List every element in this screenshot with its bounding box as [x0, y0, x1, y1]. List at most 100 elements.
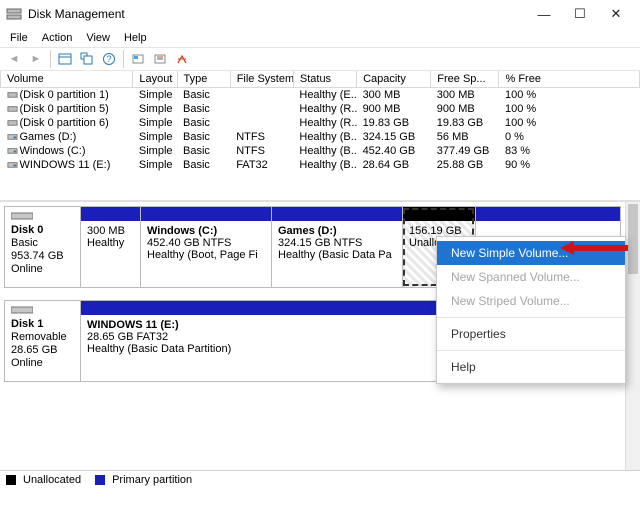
- menu-file[interactable]: File: [4, 31, 34, 45]
- toolbar: ◄ ► ?: [0, 47, 640, 71]
- cell: Healthy (R...: [293, 116, 356, 130]
- context-menu-item: New Striped Volume...: [437, 289, 625, 313]
- cell: 56 MB: [431, 130, 499, 144]
- partition-status: Healthy (Boot, Page Fi: [147, 249, 265, 261]
- context-menu-item[interactable]: New Simple Volume...: [437, 241, 625, 265]
- vertical-scrollbar[interactable]: [625, 202, 640, 470]
- cell: 0 %: [499, 130, 640, 144]
- partition-size: 452.40 GB NTFS: [147, 237, 265, 249]
- disk-state: Online: [11, 357, 74, 369]
- maximize-button[interactable]: ☐: [562, 6, 598, 22]
- cell: Windows (C:): [1, 144, 133, 158]
- cell: Simple: [133, 102, 177, 116]
- legend-label: Primary partition: [112, 474, 192, 486]
- column-header[interactable]: % Free: [499, 71, 640, 88]
- cell: Simple: [133, 158, 177, 172]
- disk-name: Disk 0: [11, 224, 74, 236]
- context-menu: New Simple Volume...New Spanned Volume..…: [436, 236, 626, 384]
- partition[interactable]: 300 MBHealthy: [81, 207, 140, 287]
- column-header[interactable]: Capacity: [357, 71, 431, 88]
- disk-size: 953.74 GB: [11, 250, 74, 262]
- cell: Games (D:): [1, 130, 133, 144]
- cell: Simple: [133, 130, 177, 144]
- close-button[interactable]: ✕: [598, 6, 634, 22]
- scrollbar-thumb[interactable]: [628, 204, 638, 274]
- cell: Healthy (B...: [293, 144, 356, 158]
- cell: 900 MB: [431, 102, 499, 116]
- cell: 452.40 GB: [357, 144, 431, 158]
- cell: NTFS: [230, 144, 293, 158]
- toolbar-btn-5[interactable]: [172, 50, 192, 69]
- context-menu-item[interactable]: Properties: [437, 322, 625, 346]
- toolbar-btn-3[interactable]: [128, 50, 148, 69]
- cell: WINDOWS 11 (E:): [1, 158, 133, 172]
- disk-header[interactable]: Disk 0Basic953.74 GBOnline: [5, 207, 81, 287]
- cell: Healthy (B...: [293, 158, 356, 172]
- menu-view[interactable]: View: [80, 31, 116, 45]
- partition-name: Windows (C:): [147, 225, 265, 237]
- partition-stripe: [476, 207, 620, 221]
- help-icon[interactable]: ?: [99, 50, 119, 69]
- back-button[interactable]: ◄: [4, 50, 24, 69]
- volume-row[interactable]: (Disk 0 partition 5)SimpleBasicHealthy (…: [1, 102, 640, 116]
- disk-kind: Removable: [11, 331, 74, 343]
- disk-header[interactable]: Disk 1Removable28.65 GBOnline: [5, 301, 81, 381]
- toolbar-btn-1[interactable]: [55, 50, 75, 69]
- column-header[interactable]: Status: [293, 71, 356, 88]
- legend-swatch: [6, 475, 16, 485]
- volume-row[interactable]: Windows (C:)SimpleBasicNTFSHealthy (B...…: [1, 144, 640, 158]
- toolbar-btn-2[interactable]: [77, 50, 97, 69]
- partition-stripe: [81, 207, 140, 221]
- cell: 83 %: [499, 144, 640, 158]
- cell: 100 %: [499, 116, 640, 130]
- cell: Healthy (R...: [293, 102, 356, 116]
- titlebar: Disk Management — ☐ ✕: [0, 0, 640, 28]
- toolbar-btn-4[interactable]: [150, 50, 170, 69]
- disk-state: Online: [11, 263, 74, 275]
- partition[interactable]: Windows (C:)452.40 GB NTFSHealthy (Boot,…: [140, 207, 271, 287]
- menu-bar: FileActionViewHelp: [0, 28, 640, 47]
- disk-icon: [11, 211, 33, 221]
- cell: NTFS: [230, 130, 293, 144]
- cell: Basic: [177, 116, 230, 130]
- cell: 377.49 GB: [431, 144, 499, 158]
- volume-row[interactable]: Games (D:)SimpleBasicNTFSHealthy (B...32…: [1, 130, 640, 144]
- cell: Healthy (B...: [293, 130, 356, 144]
- partition-stripe: [272, 207, 402, 221]
- cell: Basic: [177, 88, 230, 103]
- column-header[interactable]: Volume: [1, 71, 133, 88]
- volume-row[interactable]: WINDOWS 11 (E:)SimpleBasicFAT32Healthy (…: [1, 158, 640, 172]
- forward-button[interactable]: ►: [26, 50, 46, 69]
- cell: Basic: [177, 144, 230, 158]
- partition[interactable]: Games (D:)324.15 GB NTFSHealthy (Basic D…: [271, 207, 402, 287]
- volume-row[interactable]: (Disk 0 partition 1)SimpleBasicHealthy (…: [1, 88, 640, 103]
- partition-size: 300 MB: [87, 225, 134, 237]
- minimize-button[interactable]: —: [526, 7, 562, 22]
- column-header[interactable]: Free Sp...: [431, 71, 499, 88]
- cell: 28.64 GB: [357, 158, 431, 172]
- cell: 300 MB: [431, 88, 499, 103]
- cell: (Disk 0 partition 1): [1, 88, 133, 103]
- cell: 100 %: [499, 102, 640, 116]
- cell: [230, 102, 293, 116]
- context-menu-item[interactable]: Help: [437, 355, 625, 379]
- cell: [230, 88, 293, 103]
- menu-help[interactable]: Help: [118, 31, 153, 45]
- cell: FAT32: [230, 158, 293, 172]
- cell: (Disk 0 partition 5): [1, 102, 133, 116]
- partition-status: Healthy: [87, 237, 134, 249]
- partition-status: Healthy (Basic Data Pa: [278, 249, 396, 261]
- legend: UnallocatedPrimary partition: [0, 470, 640, 488]
- cell: Simple: [133, 116, 177, 130]
- menu-action[interactable]: Action: [36, 31, 79, 45]
- column-header[interactable]: Layout: [133, 71, 177, 88]
- disk-map-panel: Disk 0Basic953.74 GBOnline300 MBHealthyW…: [0, 201, 640, 488]
- volume-row[interactable]: (Disk 0 partition 6)SimpleBasic Healthy (…: [1, 116, 640, 130]
- cell: (Disk 0 partition 6): [1, 116, 133, 130]
- cell: Basic: [177, 158, 230, 172]
- cell: 19.83 GB: [431, 116, 499, 130]
- partition-name: Games (D:): [278, 225, 396, 237]
- column-header[interactable]: File System: [230, 71, 293, 88]
- disk-size: 28.65 GB: [11, 344, 74, 356]
- column-header[interactable]: Type: [177, 71, 230, 88]
